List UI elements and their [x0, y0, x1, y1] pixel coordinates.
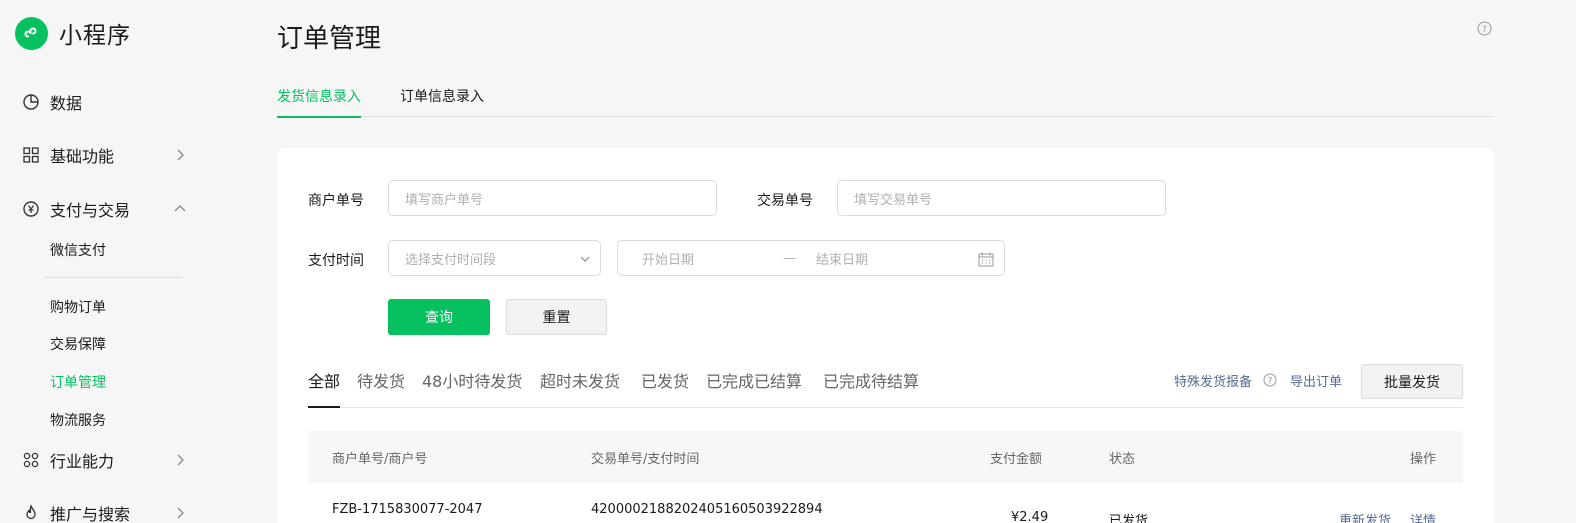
status-tab-completed-unsettled[interactable]: 已完成待结算 [823, 368, 919, 406]
calendar-icon [978, 252, 994, 267]
column-header: 状态 [1109, 452, 1136, 467]
pie-chart-icon [22, 93, 40, 111]
merchant-no-cell: FZB-1715830077-2047 [332, 502, 483, 517]
column-header: 支付金额 [990, 452, 1043, 467]
special-report-link[interactable]: 特殊发货报备 [1174, 371, 1252, 390]
detail-link[interactable]: 详情 [1410, 510, 1436, 523]
yuan-icon [22, 200, 40, 218]
pay-time-select[interactable]: 选择支付时间段 [388, 240, 601, 276]
grid-icon [22, 146, 40, 164]
column-header: 操作 [1410, 452, 1437, 467]
start-date-input[interactable]: 开始日期 [642, 249, 694, 268]
nodes-icon [22, 451, 40, 469]
status-tab-48h[interactable]: 48小时待发货 [422, 368, 522, 406]
status-tab-pending[interactable]: 待发货 [357, 368, 405, 406]
mini-program-logo-icon [15, 16, 48, 50]
sidebar-subitem-shopping-orders[interactable]: 购物订单 [50, 297, 106, 317]
trade-no-label: 交易单号 [757, 193, 813, 209]
sidebar-subitem-logistics[interactable]: 物流服务 [50, 410, 106, 430]
sidebar-subitem-order-management[interactable]: 订单管理 [50, 372, 106, 392]
sidebar-item-label: 推广与搜索 [50, 505, 131, 523]
pay-time-label: 支付时间 [308, 253, 364, 269]
app-name: 小程序 [59, 23, 131, 49]
chevron-right-icon [177, 507, 184, 519]
end-date-input[interactable]: 结束日期 [816, 249, 868, 268]
sidebar-subitem-wechat-pay[interactable]: 微信支付 [50, 240, 106, 260]
flame-icon [22, 504, 40, 522]
tab-order-info[interactable]: 订单信息录入 [400, 86, 484, 116]
app-logo[interactable]: 小程序 [15, 16, 131, 50]
svg-text:?: ? [1268, 377, 1273, 387]
status-tab-all[interactable]: 全部 [308, 368, 341, 408]
trade-no-input[interactable]: 填写交易单号 [837, 180, 1166, 216]
chevron-right-icon [177, 454, 184, 466]
page-title: 订单管理 [277, 24, 382, 54]
sidebar-subitem-trade-guarantee[interactable]: 交易保障 [50, 334, 106, 354]
status-tab-shipped[interactable]: 已发货 [641, 368, 689, 406]
pay-time-select-value: 选择支付时间段 [405, 252, 497, 268]
svg-text:?: ? [1482, 25, 1487, 35]
help-icon[interactable]: ? [1477, 21, 1492, 36]
trade-no-cell: 4200002188202405160503922894 [591, 502, 823, 517]
status-tab-overdue[interactable]: 超时未发货 [540, 368, 620, 406]
chevron-down-icon [580, 256, 590, 262]
reset-button[interactable]: 重置 [506, 299, 607, 335]
sidebar-item-label: 支付与交易 [50, 201, 131, 220]
sidebar-item-industry[interactable]: 行业能力 [22, 445, 192, 475]
sidebar-item-promotion[interactable]: 推广与搜索 [22, 498, 192, 523]
sidebar-item-label: 行业能力 [50, 452, 115, 471]
merchant-no-input[interactable]: 填写商户单号 [388, 180, 717, 216]
order-card: 商户单号 填写商户单号 交易单号 填写交易单号 支付时间 选择支付时间段 开始日… [277, 148, 1494, 523]
amount-cell: ¥2.49 [1011, 510, 1049, 523]
tab-shipping-info[interactable]: 发货信息录入 [277, 86, 361, 118]
sidebar-item-data[interactable]: 数据 [22, 87, 192, 117]
chevron-right-icon [177, 149, 184, 161]
status-cell: 已发货 [1109, 514, 1149, 523]
sidebar-item-label: 基础功能 [50, 147, 115, 166]
reship-link[interactable]: 重新发货 [1339, 510, 1391, 523]
page-tabs: 发货信息录入 订单信息录入 [277, 82, 1494, 118]
chevron-up-icon [174, 205, 186, 212]
date-separator: — [783, 250, 796, 266]
sidebar-divider [44, 277, 183, 278]
column-header: 交易单号/支付时间 [591, 452, 700, 467]
status-tab-completed-settled[interactable]: 已完成已结算 [706, 368, 802, 406]
sidebar-item-payment[interactable]: 支付与交易 [22, 194, 192, 224]
date-range-picker[interactable]: 开始日期 — 结束日期 [617, 240, 1005, 276]
table-row: FZB-1715830077-2047 42000021882024051605… [308, 483, 1463, 523]
export-orders-link[interactable]: 导出订单 [1290, 371, 1342, 390]
batch-ship-button[interactable]: 批量发货 [1361, 364, 1463, 399]
query-button[interactable]: 查询 [388, 299, 490, 335]
merchant-no-label: 商户单号 [308, 193, 364, 209]
sidebar-item-basic[interactable]: 基础功能 [22, 140, 192, 170]
sidebar-item-label: 数据 [50, 94, 83, 113]
column-header: 商户单号/商户号 [332, 452, 428, 467]
help-icon[interactable]: ? [1263, 373, 1277, 387]
table-header: 商户单号/商户号 交易单号/支付时间 支付金额 状态 操作 [308, 431, 1463, 483]
sidebar: 小程序 数据 基础功能 支付与交易 微信支付 购物订单 交易保障 订单管理 物流… [0, 0, 210, 523]
